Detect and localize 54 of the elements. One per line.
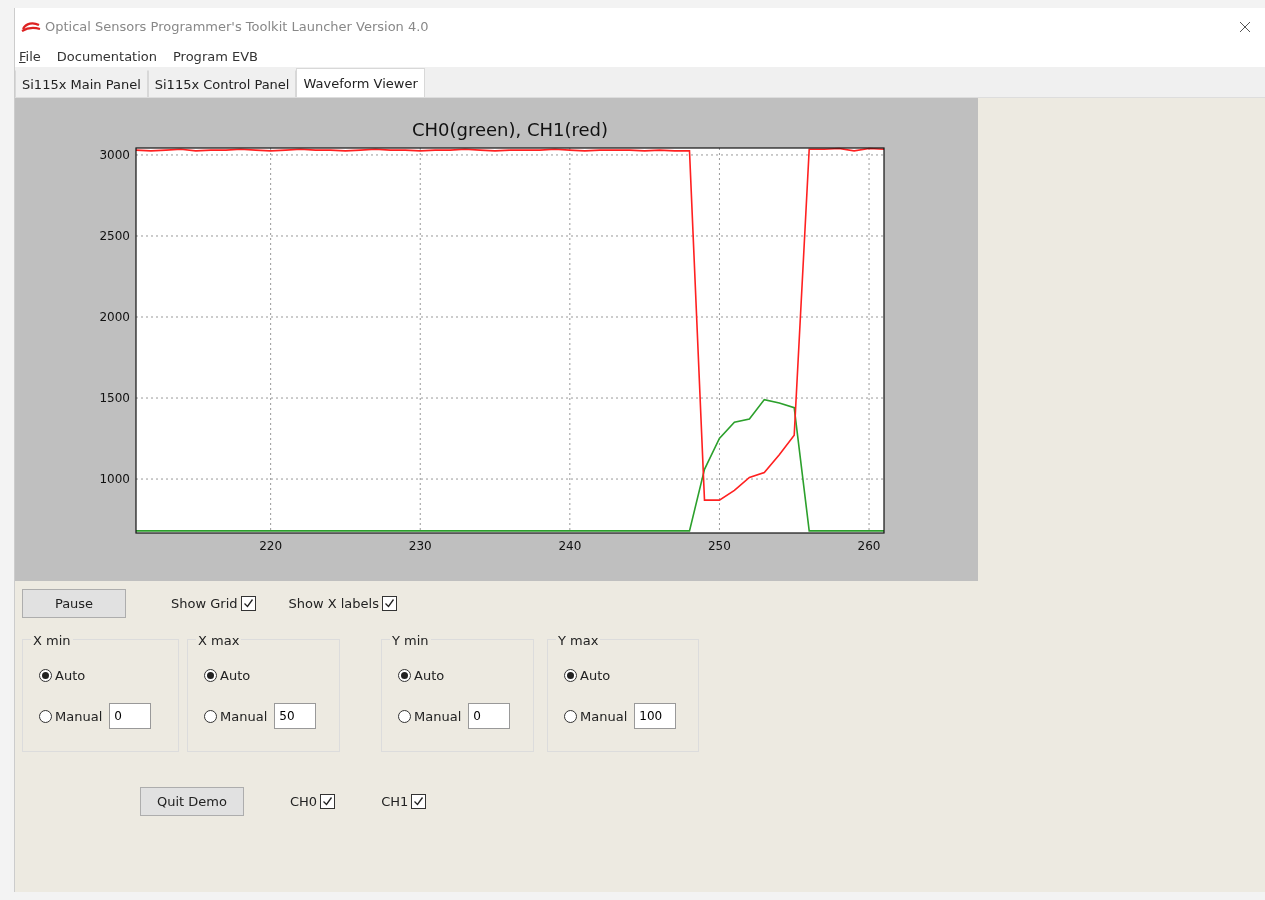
menu-item[interactable]: Program EVB (173, 48, 258, 64)
pause-button[interactable]: Pause (22, 589, 126, 618)
radio-button[interactable] (204, 709, 217, 723)
radio-button[interactable] (39, 709, 52, 723)
channel-checkbox[interactable]: CH1 (381, 794, 427, 809)
chart-title: CH0(green), CH1(red) (411, 119, 609, 140)
x-tick-label: 240 (558, 539, 582, 553)
y-tick-label: 2500 (99, 229, 130, 243)
tab[interactable]: Waveform Viewer (296, 68, 425, 97)
radio-option[interactable]: Manual (204, 708, 268, 724)
radio-button[interactable] (398, 709, 411, 723)
x-tick-label: 250 (708, 539, 731, 553)
checkbox[interactable] (240, 596, 256, 611)
group-title: X min (31, 633, 73, 648)
checkbox[interactable] (411, 794, 427, 809)
radio-button[interactable] (564, 709, 577, 723)
x-tick-label: 220 (259, 539, 283, 553)
x-tick-label: 230 (408, 539, 432, 553)
window-title: Optical Sensors Programmer's Toolkit Launcher Version 4.0 (45, 19, 430, 34)
group-title: X max (196, 633, 242, 648)
checkbox[interactable] (381, 596, 397, 611)
close-icon[interactable] (1239, 20, 1251, 33)
tab[interactable]: Si115x Main Panel (15, 70, 148, 97)
radio-button[interactable] (39, 669, 52, 682)
radio-button[interactable] (204, 669, 217, 682)
radio-option[interactable]: Auto (398, 668, 445, 683)
radio-option[interactable]: Manual (564, 708, 628, 724)
radio-option[interactable]: Auto (39, 668, 86, 683)
x-tick-label: 260 (857, 539, 881, 553)
channel-checkbox[interactable]: CH0 (290, 794, 336, 809)
input-field[interactable]: 0 (109, 703, 152, 729)
radio-option[interactable]: Manual (39, 708, 103, 724)
input-field[interactable]: 100 (634, 703, 677, 729)
app-logo-icon (21, 20, 41, 33)
menu-item[interactable]: File (19, 48, 41, 64)
input-field[interactable]: 50 (274, 703, 317, 729)
group-title: Y min (390, 633, 431, 648)
y-tick-label: 1000 (99, 472, 130, 487)
input-field[interactable]: 0 (468, 703, 511, 729)
show-grid-checkbox[interactable]: Show Grid (171, 596, 256, 611)
radio-option[interactable]: Manual (398, 708, 462, 724)
show-x-labels-checkbox[interactable]: Show X labels (288, 596, 397, 611)
menu-item[interactable]: Documentation (56, 48, 157, 64)
group-title: Y max (556, 633, 601, 648)
checkbox[interactable] (320, 794, 336, 809)
y-tick-label: 2000 (99, 310, 130, 324)
radio-button[interactable] (564, 669, 577, 682)
radio-button[interactable] (398, 669, 411, 682)
radio-option[interactable]: Auto (204, 668, 251, 683)
y-tick-label: 1500 (99, 391, 130, 405)
y-tick-label: 3000 (99, 147, 130, 162)
tab[interactable]: Si115x Control Panel (147, 70, 297, 97)
quit-button[interactable]: Quit Demo (140, 787, 244, 816)
radio-option[interactable]: Auto (564, 668, 611, 683)
